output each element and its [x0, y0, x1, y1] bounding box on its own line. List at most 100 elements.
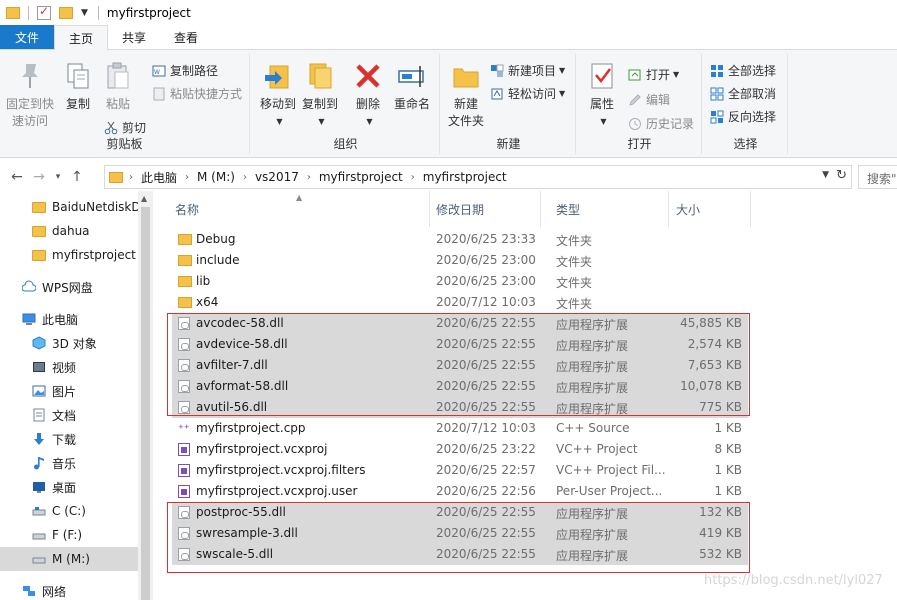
- move-to-button[interactable]: 移动到 ▼: [258, 60, 298, 130]
- pin-quick-access-button[interactable]: 固定到快 速访问: [4, 60, 56, 130]
- chevron-right-icon[interactable]: ›: [185, 172, 189, 183]
- nav-item-drive-f[interactable]: F (F:): [32, 523, 82, 547]
- nav-item-dahua[interactable]: dahua: [32, 219, 90, 243]
- column-header-date[interactable]: 修改日期: [421, 191, 541, 227]
- select-all-button[interactable]: 全部选择: [710, 62, 776, 79]
- copy-button[interactable]: 复制: [60, 60, 96, 113]
- column-header-name[interactable]: 名称 ▲: [160, 191, 430, 227]
- nav-item-wps-cloud[interactable]: WPS网盘: [22, 275, 93, 299]
- nav-item-myfirstproject[interactable]: myfirstproject: [32, 243, 136, 267]
- easy-access-button[interactable]: 轻松访问 ▼: [490, 85, 565, 102]
- history-button[interactable]: 历史记录: [628, 115, 694, 132]
- cut-button[interactable]: 剪切: [104, 119, 146, 136]
- tab-view[interactable]: 查看: [160, 25, 212, 49]
- dll-icon: [178, 506, 190, 519]
- table-row[interactable]: myfirstproject.vcxproj.user 2020/6/25 22:…: [172, 481, 748, 502]
- table-row[interactable]: avformat-58.dll 2020/6/25 22:55 应用程序扩展 10,0…: [172, 376, 748, 397]
- chevron-down-icon[interactable]: ▼: [81, 8, 88, 18]
- organize-group-label: 组织: [333, 137, 358, 151]
- chevron-right-icon[interactable]: ›: [129, 172, 133, 183]
- invert-selection-button[interactable]: 反向选择: [710, 108, 776, 125]
- breadcrumb-myfirstproject-current[interactable]: myfirstproject: [423, 170, 507, 184]
- table-row[interactable]: swresample-3.dll 2020/6/25 22:55 应用程序扩展 419…: [172, 523, 748, 544]
- new-folder-quick-icon[interactable]: [59, 7, 73, 19]
- forward-arrow-icon[interactable]: →: [28, 169, 50, 185]
- breadcrumb-drive-m[interactable]: M (M:): [197, 170, 235, 184]
- copy-to-button[interactable]: 复制到 ▼: [300, 60, 340, 130]
- table-row[interactable]: ⁺⁺ myfirstproject.cpp 2020/7/12 10:03 C++ S…: [172, 418, 748, 439]
- nav-item-music[interactable]: 音乐: [32, 451, 76, 475]
- nav-item-this-pc[interactable]: 此电脑: [22, 307, 78, 331]
- nav-item-pictures[interactable]: 图片: [32, 379, 76, 403]
- tab-file[interactable]: 文件: [0, 25, 54, 49]
- chevron-right-icon[interactable]: ›: [411, 172, 415, 183]
- table-row[interactable]: include 2020/6/25 23:00 文件夹: [172, 250, 748, 271]
- file-type: 文件夹: [556, 255, 593, 269]
- properties-quick-icon[interactable]: [37, 4, 51, 20]
- back-arrow-icon[interactable]: ←: [6, 169, 28, 185]
- tab-home[interactable]: 主页: [54, 25, 109, 50]
- cpp-icon: ⁺⁺: [178, 422, 190, 435]
- table-row[interactable]: myfirstproject.vcxproj.filters 2020/6/25 …: [172, 460, 748, 481]
- column-header-label: 大小: [676, 202, 701, 217]
- nav-item-desktop[interactable]: 桌面: [32, 475, 76, 499]
- delete-button[interactable]: 删除 ▼: [350, 60, 386, 130]
- cube-icon: [32, 336, 46, 350]
- scroll-up-arrow-icon[interactable]: ▲: [141, 194, 147, 203]
- nav-item-downloads[interactable]: 下载: [32, 427, 76, 451]
- table-row[interactable]: avdevice-58.dll 2020/6/25 22:55 应用程序扩展 2,57…: [172, 334, 748, 355]
- file-list: 名称 ▲ 修改日期 类型 大小 Debug 2020/6/25 23:33 文件夹 i…: [160, 191, 897, 600]
- nav-item-label: 3D 对象: [52, 336, 97, 351]
- nav-item-network[interactable]: 网络: [22, 579, 66, 600]
- copy-path-button[interactable]: W 复制路径: [152, 62, 218, 79]
- paste-shortcut-button[interactable]: 粘贴快捷方式: [152, 85, 242, 102]
- column-header-type[interactable]: 类型: [541, 191, 669, 227]
- file-type: 文件夹: [556, 234, 593, 248]
- nav-item-drive-c[interactable]: C (C:): [32, 499, 86, 523]
- column-header-size[interactable]: 大小: [661, 191, 751, 227]
- rename-icon: [398, 66, 424, 87]
- table-row[interactable]: Debug 2020/6/25 23:33 文件夹: [172, 229, 748, 250]
- breadcrumb-myfirstproject[interactable]: myfirstproject: [319, 170, 403, 184]
- file-size: 45,885 KB: [680, 316, 742, 330]
- nav-item-documents[interactable]: 文档: [32, 403, 76, 427]
- scroll-thumb[interactable]: [141, 207, 150, 600]
- table-row[interactable]: avutil-56.dll 2020/6/25 22:55 应用程序扩展 775 KB: [172, 397, 748, 418]
- chevron-right-icon[interactable]: ›: [307, 172, 311, 183]
- delete-x-icon: [356, 64, 380, 88]
- chevron-down-icon[interactable]: ▼: [822, 170, 829, 180]
- new-folder-button[interactable]: 新建 文件夹: [444, 60, 488, 130]
- table-row[interactable]: myfirstproject.vcxproj 2020/6/25 23:22 VC+…: [172, 439, 748, 460]
- drive-icon: [32, 507, 46, 516]
- nav-item-baidunetdisk[interactable]: BaiduNetdiskD: [32, 195, 141, 219]
- table-row[interactable]: swscale-5.dll 2020/6/25 22:55 应用程序扩展 532 KB: [172, 544, 748, 565]
- address-bar[interactable]: › 此电脑 › M (M:) › vs2017 › myfirstproject…: [104, 165, 852, 189]
- edit-button[interactable]: 编辑: [628, 91, 670, 108]
- nav-item-drive-m[interactable]: M (M:): [0, 547, 138, 571]
- breadcrumb-vs2017[interactable]: vs2017: [255, 170, 299, 184]
- table-row[interactable]: x64 2020/7/12 10:03 文件夹: [172, 292, 748, 313]
- search-input[interactable]: 搜索"myfirstproject": [858, 165, 897, 189]
- new-item-button[interactable]: 新建项目 ▼: [490, 62, 565, 79]
- file-type: Per-User Project...: [556, 484, 663, 498]
- recent-locations-chevron-icon[interactable]: ▾: [50, 172, 66, 182]
- properties-button[interactable]: 属性 ▼: [584, 60, 620, 130]
- select-none-button[interactable]: 全部取消: [710, 85, 776, 102]
- table-row[interactable]: lib 2020/6/25 23:00 文件夹: [172, 271, 748, 292]
- open-button[interactable]: 打开 ▼: [628, 66, 679, 83]
- tab-share[interactable]: 共享: [108, 25, 160, 49]
- nav-item-3d-objects[interactable]: 3D 对象: [32, 331, 97, 355]
- file-size: 1 KB: [714, 484, 742, 498]
- rename-button[interactable]: 重命名: [390, 60, 434, 113]
- breadcrumb-this-pc[interactable]: 此电脑: [141, 169, 177, 186]
- up-arrow-icon[interactable]: ↑: [66, 169, 88, 185]
- copy-path-label: 复制路径: [170, 64, 219, 78]
- table-row[interactable]: avfilter-7.dll 2020/6/25 22:55 应用程序扩展 7,653…: [172, 355, 748, 376]
- nav-pane-scrollbar[interactable]: ▲: [138, 191, 153, 600]
- paste-button[interactable]: 粘贴: [100, 60, 136, 113]
- chevron-right-icon[interactable]: ›: [243, 172, 247, 183]
- table-row[interactable]: avcodec-58.dll 2020/6/25 22:55 应用程序扩展 45,88…: [172, 313, 748, 334]
- nav-item-videos[interactable]: 视频: [32, 355, 76, 379]
- table-row[interactable]: postproc-55.dll 2020/6/25 22:55 应用程序扩展 132 …: [172, 502, 748, 523]
- refresh-icon[interactable]: ↻: [836, 168, 847, 183]
